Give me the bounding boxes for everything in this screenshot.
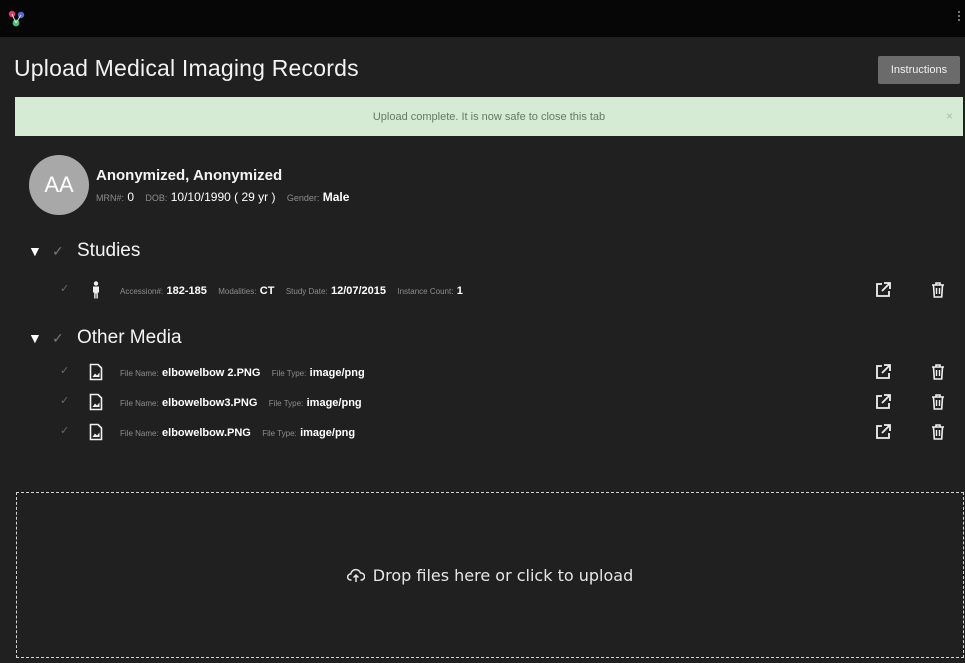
trash-icon[interactable] bbox=[930, 393, 946, 411]
external-link-icon[interactable] bbox=[874, 363, 892, 381]
patient-meta: MRN#: 0 DOB: 10/10/1990 ( 29 yr ) Gender… bbox=[96, 190, 357, 204]
mrn-value: 0 bbox=[127, 190, 135, 204]
gender-label: Gender: bbox=[286, 193, 320, 203]
check-icon: ✓ bbox=[60, 365, 70, 377]
gender-value: Male bbox=[322, 190, 350, 204]
file-name-label: File Name: bbox=[120, 429, 159, 438]
dob-label: DOB: bbox=[145, 193, 168, 203]
file-name-label: File Name: bbox=[120, 369, 159, 378]
file-type-value: image/png bbox=[306, 397, 362, 409]
external-link-icon[interactable] bbox=[874, 393, 892, 411]
file-type-value: image/png bbox=[300, 427, 356, 439]
file-type-label: File Type: bbox=[262, 429, 297, 438]
modalities-value: CT bbox=[259, 285, 275, 297]
mrn-label: MRN#: bbox=[96, 193, 125, 203]
trash-icon[interactable] bbox=[930, 281, 946, 299]
page-title: Upload Medical Imaging Records bbox=[14, 55, 359, 81]
avatar: AA bbox=[29, 155, 89, 215]
media-row: ✓ File Name: elbowelbow3.PNG File Type: … bbox=[0, 392, 965, 414]
collapse-caret-icon[interactable]: ▼ bbox=[28, 330, 52, 346]
check-icon: ✓ bbox=[60, 395, 70, 407]
media-row: ✓ File Name: elbowelbow 2.PNG File Type:… bbox=[0, 362, 965, 384]
person-icon bbox=[93, 281, 99, 299]
file-type-label: File Type: bbox=[268, 399, 304, 408]
image-file-icon bbox=[89, 393, 103, 411]
alert-close-icon[interactable]: × bbox=[946, 109, 953, 123]
instructions-button[interactable]: Instructions bbox=[878, 56, 960, 84]
section-title-studies: Studies bbox=[77, 240, 141, 261]
app-logo-icon bbox=[8, 10, 25, 27]
check-icon: ✓ bbox=[60, 283, 70, 295]
trash-icon[interactable] bbox=[930, 363, 946, 381]
cloud-upload-icon bbox=[346, 568, 365, 582]
study-details: Accession#: 182-185 Modalities: CT Study… bbox=[120, 283, 471, 297]
media-row: ✓ File Name: elbowelbow.PNG File Type: i… bbox=[0, 422, 965, 444]
studies-section-header[interactable]: ▼ ✓ Studies bbox=[28, 240, 140, 262]
study-date-label: Study Date: bbox=[285, 287, 328, 296]
image-file-icon bbox=[89, 363, 103, 381]
external-link-icon[interactable] bbox=[874, 423, 892, 441]
file-dropzone[interactable]: Drop files here or click to upload bbox=[16, 492, 964, 658]
check-icon: ✓ bbox=[52, 329, 64, 346]
media-details: File Name: elbowelbow 2.PNG File Type: i… bbox=[120, 365, 373, 379]
trash-icon[interactable] bbox=[930, 423, 946, 441]
file-type-label: File Type: bbox=[271, 369, 307, 378]
accession-label: Accession#: bbox=[120, 287, 164, 296]
file-name-value: elbowelbow.PNG bbox=[162, 427, 251, 439]
instance-count-value: 1 bbox=[456, 285, 463, 297]
study-date-value: 12/07/2015 bbox=[330, 285, 387, 297]
image-file-icon bbox=[89, 423, 103, 441]
other-media-section-header[interactable]: ▼ ✓ Other Media bbox=[28, 327, 182, 349]
collapse-caret-icon[interactable]: ▼ bbox=[28, 243, 52, 259]
patient-name: Anonymized, Anonymized bbox=[96, 167, 283, 184]
instance-count-label: Instance Count: bbox=[397, 287, 454, 296]
check-icon: ✓ bbox=[52, 242, 64, 259]
media-details: File Name: elbowelbow3.PNG File Type: im… bbox=[120, 395, 370, 409]
upload-complete-alert: Upload complete. It is now safe to close… bbox=[15, 97, 963, 136]
more-menu-icon[interactable] bbox=[958, 11, 961, 23]
media-details: File Name: elbowelbow.PNG File Type: ima… bbox=[120, 425, 363, 439]
file-type-value: image/png bbox=[309, 367, 365, 379]
alert-message: Upload complete. It is now safe to close… bbox=[372, 110, 606, 123]
file-name-value: elbowelbow 2.PNG bbox=[162, 367, 261, 379]
dropzone-content[interactable]: Drop files here or click to upload bbox=[346, 565, 634, 585]
accession-value: 182-185 bbox=[166, 285, 207, 297]
study-row: ✓ Accession#: 182-185 Modalities: CT Stu… bbox=[0, 280, 965, 302]
top-bar bbox=[0, 0, 965, 37]
file-name-value: elbowelbow3.PNG bbox=[162, 397, 258, 409]
dropzone-label: Drop files here or click to upload bbox=[372, 565, 634, 585]
check-icon: ✓ bbox=[60, 425, 70, 437]
external-link-icon[interactable] bbox=[874, 281, 892, 299]
section-title-other-media: Other Media bbox=[77, 327, 182, 348]
dob-value: 10/10/1990 ( 29 yr ) bbox=[170, 190, 276, 204]
file-name-label: File Name: bbox=[120, 399, 159, 408]
modalities-label: Modalities: bbox=[218, 287, 257, 296]
